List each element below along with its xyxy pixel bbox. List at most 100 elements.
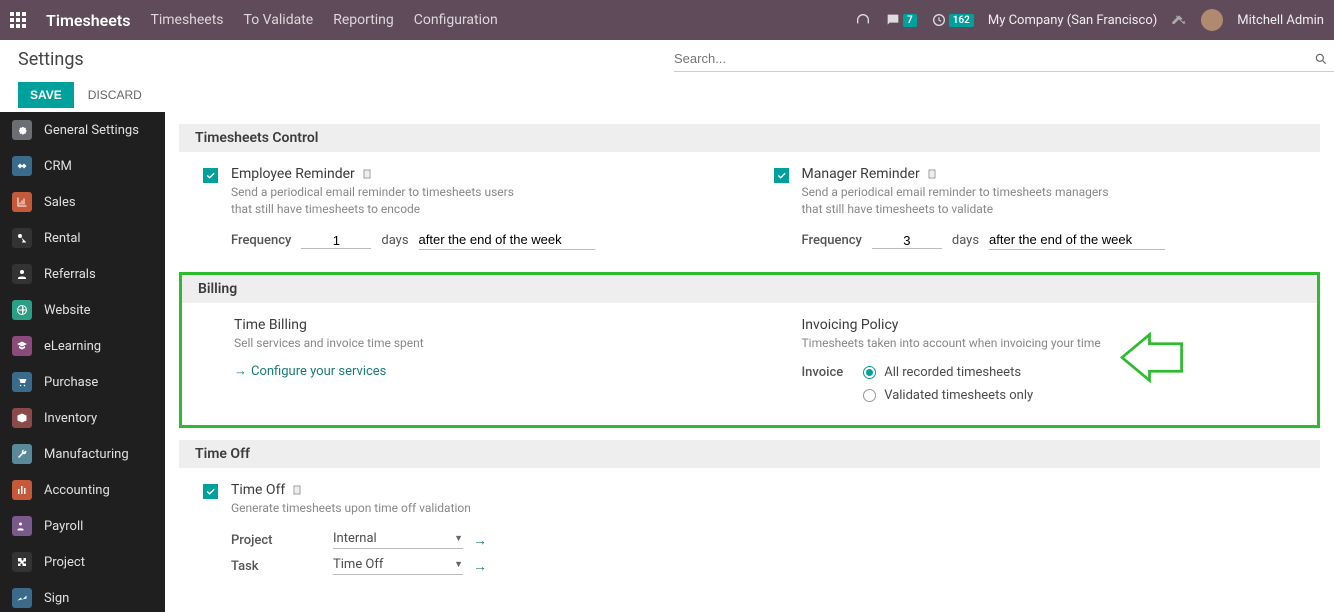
settings-sidebar: General Settings CRM Sales Rental Referr… [0,112,165,612]
radio-validated-only[interactable]: Validated timesheets only [863,388,1033,403]
page-title: Settings [0,49,84,70]
save-button[interactable]: SAVE [18,82,74,108]
sidebar-item-sign[interactable]: Sign [0,580,165,612]
sidebar-item-referrals[interactable]: Referrals [0,256,165,292]
graduation-icon [16,340,28,352]
check-icon [205,486,216,497]
employee-reminder-desc: Send a periodical email reminder to time… [231,184,742,218]
timeoff-checkbox[interactable] [203,484,218,499]
employee-reminder-checkbox[interactable] [203,168,218,183]
gear-icon [16,124,28,136]
sidebar-item-accounting[interactable]: Accounting [0,472,165,508]
chart-icon [16,196,28,208]
manager-relative-select[interactable] [989,232,1165,250]
radio-all-recorded[interactable]: All recorded timesheets [863,365,1033,380]
unit-label: days [381,233,408,248]
sidebar-item-manufacturing[interactable]: Manufacturing [0,436,165,472]
employee-reminder-title: Employee Reminder [231,166,355,182]
sidebar-item-rental[interactable]: Rental [0,220,165,256]
activity-badge: 162 [949,14,974,27]
timeoff-block: Time Off Generate timesheets upon time o… [179,482,750,575]
sidebar-item-inventory[interactable]: Inventory [0,400,165,436]
sidebar-item-purchase[interactable]: Purchase [0,364,165,400]
search-icon[interactable] [1314,52,1328,66]
handshake-icon [16,160,28,172]
check-icon [776,170,787,181]
invoicing-policy-block: Invoicing Policy Timesheets taken into a… [750,317,1318,404]
manager-reminder-checkbox[interactable] [774,168,789,183]
chat-icon [885,12,901,28]
project-dropdown[interactable]: Internal▼ [333,531,463,549]
configure-services-link[interactable]: →Configure your services [234,363,386,379]
building-icon [361,168,373,180]
sidebar-item-website[interactable]: Website [0,292,165,328]
sidebar-item-project[interactable]: Project [0,544,165,580]
caret-down-icon: ▼ [454,533,463,544]
discard-button[interactable]: DISCARD [88,88,142,102]
arrow-right-icon: → [234,363,247,379]
time-billing-desc: Sell services and invoice time spent [234,335,742,352]
building-icon [926,168,938,180]
caret-down-icon: ▼ [454,559,463,570]
employee-relative-select[interactable] [419,232,595,250]
check-icon [205,170,216,181]
section-timeoff-header: Time Off [179,440,1320,468]
employee-freq-input[interactable] [301,233,371,249]
manager-freq-input[interactable] [872,233,942,249]
menu-to-validate[interactable]: To Validate [244,12,314,28]
radio-icon [863,366,876,379]
app-name: Timesheets [46,11,130,30]
freq-label: Frequency [231,233,291,248]
search-input[interactable] [674,51,1314,66]
menu-reporting[interactable]: Reporting [333,12,394,28]
debug-icon[interactable] [1171,12,1187,28]
time-billing-title: Time Billing [234,317,307,333]
systray-icon[interactable] [855,12,871,28]
manager-reminder-block: Manager Reminder Send a periodical email… [750,166,1321,250]
sidebar-item-payroll[interactable]: Payroll [0,508,165,544]
key-icon [16,232,28,244]
msg-badge: 7 [903,14,917,27]
invoice-label: Invoice [802,365,844,403]
section-control-header: Timesheets Control [179,124,1320,152]
apps-icon[interactable] [10,12,26,28]
invoicing-policy-title: Invoicing Policy [802,317,899,333]
project-label: Project [231,533,321,548]
header-row: Settings [0,40,1334,78]
menu-configuration[interactable]: Configuration [414,12,498,28]
radio-icon [863,389,876,402]
globe-icon [16,304,28,316]
search-wrap [674,46,1334,72]
sign-icon [16,592,28,604]
user-avatar[interactable] [1201,9,1223,31]
task-dropdown[interactable]: Time Off▼ [333,557,463,575]
payroll-icon [16,520,28,532]
unit-label: days [952,233,979,248]
sidebar-item-elearning[interactable]: eLearning [0,328,165,364]
actions-row: SAVE DISCARD [0,78,1334,112]
task-external-link[interactable]: → [473,558,487,575]
sidebar-item-crm[interactable]: CRM [0,148,165,184]
employee-reminder-block: Employee Reminder Send a periodical emai… [179,166,750,250]
timeoff-desc: Generate timesheets upon time off valida… [231,500,742,517]
freq-label: Frequency [802,233,862,248]
sidebar-item-general[interactable]: General Settings [0,112,165,148]
task-label: Task [231,559,321,574]
menu-timesheets[interactable]: Timesheets [150,12,223,28]
sidebar-item-sales[interactable]: Sales [0,184,165,220]
user-name[interactable]: Mitchell Admin [1237,13,1324,28]
project-external-link[interactable]: → [473,532,487,549]
manager-reminder-title: Manager Reminder [802,166,920,182]
annotation-arrow [1112,330,1187,389]
wrench-icon [16,448,28,460]
company-switcher[interactable]: My Company (San Francisco) [988,13,1157,28]
building-icon [291,484,303,496]
timeoff-title: Time Off [231,482,285,498]
invoicing-policy-desc: Timesheets taken into account when invoi… [802,335,1310,352]
cart-icon [16,376,28,388]
time-billing-block: Time Billing Sell services and invoice t… [182,317,750,404]
manager-reminder-desc: Send a periodical email reminder to time… [802,184,1313,218]
activities-button[interactable]: 162 [931,12,974,28]
puzzle-icon [16,556,28,568]
messages-button[interactable]: 7 [885,12,917,28]
